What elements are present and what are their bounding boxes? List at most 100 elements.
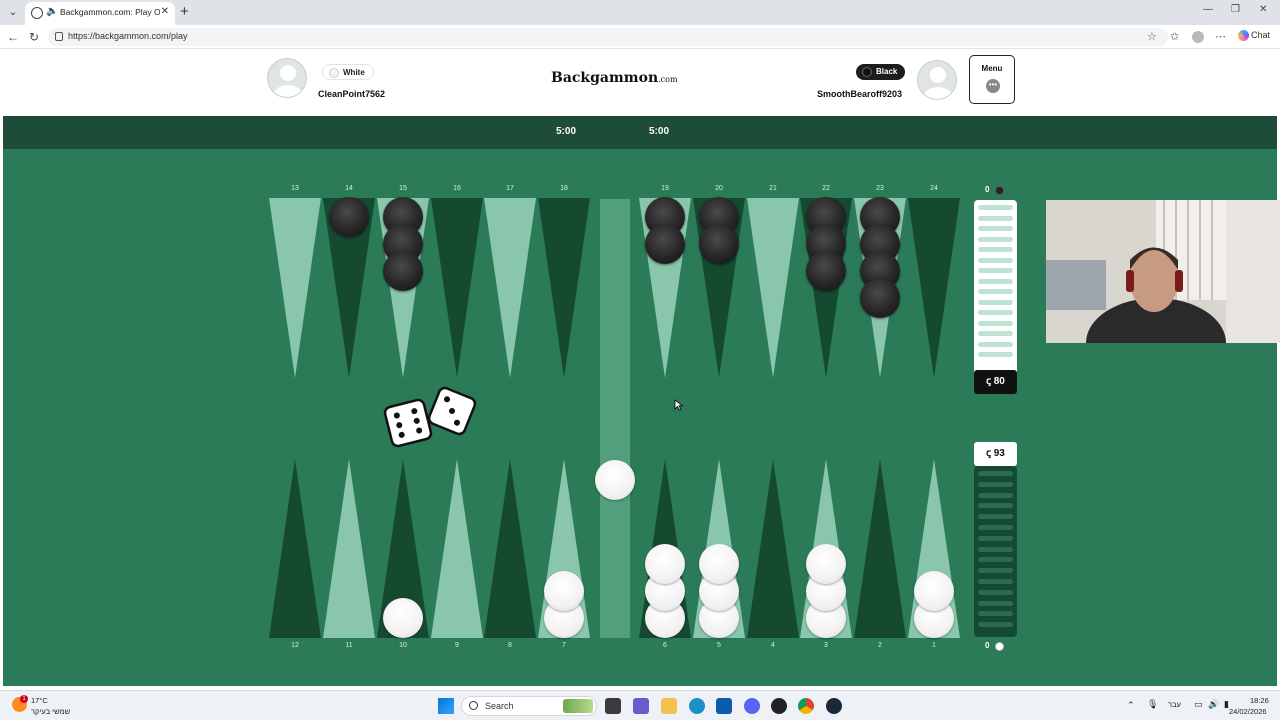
tray-slot xyxy=(978,557,1013,563)
black-checker[interactable] xyxy=(699,224,739,264)
player-left-avatar[interactable] xyxy=(267,58,307,98)
language-indicator[interactable]: עבר xyxy=(1168,700,1181,709)
tray-slot xyxy=(978,257,1013,263)
white-checker[interactable] xyxy=(914,571,954,611)
more-options-icon[interactable]: ⋯ xyxy=(1215,30,1226,43)
black-checker[interactable] xyxy=(645,224,685,264)
lock-icon xyxy=(55,32,63,41)
white-checker[interactable] xyxy=(806,544,846,584)
tray-slot xyxy=(978,568,1013,574)
browser-tab-active[interactable]: 🔈 Backgammon.com: Play Online ✕ xyxy=(25,2,175,25)
windows-start-icon[interactable] xyxy=(438,698,454,714)
minimize-icon[interactable]: — xyxy=(1203,4,1213,15)
copilot-icon xyxy=(1238,30,1249,42)
tray-slot xyxy=(978,535,1013,541)
volume-icon[interactable]: 🔊 xyxy=(1208,699,1219,710)
borne-off-white-count: 0 xyxy=(985,641,990,650)
point-number-23: 23 xyxy=(876,185,884,192)
dice-group[interactable] xyxy=(380,378,490,463)
window-close-icon[interactable]: ✕ xyxy=(1259,4,1267,15)
browser-tabstrip: ⌄ 🔈 Backgammon.com: Play Online ✕ + — ❐ … xyxy=(0,0,1280,25)
pip-count-white: ꞔ 93 xyxy=(974,442,1017,466)
weather-text: שמשי בעיקר xyxy=(31,707,71,716)
favorite-star-icon[interactable]: ☆ xyxy=(1147,30,1157,43)
speaker-icon[interactable]: 🔈 xyxy=(46,6,58,17)
board-bar[interactable] xyxy=(600,199,630,638)
tray-slot xyxy=(978,471,1013,476)
tray-slot xyxy=(978,310,1013,315)
black-checker[interactable] xyxy=(329,197,369,237)
borne-off-black-count: 0 xyxy=(985,185,990,194)
close-tab-icon[interactable]: ✕ xyxy=(161,6,169,17)
tab-list-chevron-icon[interactable]: ⌄ xyxy=(4,4,22,22)
tray-chevron-icon[interactable]: ⌃ xyxy=(1127,700,1135,711)
white-checker[interactable] xyxy=(595,460,635,500)
bearoff-tray-white[interactable] xyxy=(974,466,1017,637)
point-number-4: 4 xyxy=(771,642,775,649)
store-icon[interactable] xyxy=(716,698,732,714)
new-tab-plus-icon[interactable]: + xyxy=(180,3,189,20)
timer-right: 5:00 xyxy=(649,126,670,137)
maximize-icon[interactable]: ❐ xyxy=(1231,4,1240,15)
favorites-icon[interactable]: ✩ xyxy=(1170,30,1179,43)
tray-slot xyxy=(978,546,1013,552)
point-number-8: 8 xyxy=(508,642,512,649)
bearoff-tray-black[interactable] xyxy=(974,200,1017,394)
taskbar-search[interactable]: Search xyxy=(461,696,597,716)
pip-count-black: ꞔ 80 xyxy=(974,370,1017,394)
network-icon[interactable]: ▭ xyxy=(1194,699,1203,710)
tray-slot xyxy=(978,611,1013,617)
tray-slot xyxy=(978,589,1013,595)
die-right[interactable] xyxy=(427,386,477,436)
file-explorer-icon[interactable] xyxy=(661,698,677,714)
os-taskbar: 1 17°C שמשי בעיקר Search ⌃ 🎙 עבר ▭ 🔊 ▮ 1… xyxy=(0,690,1280,720)
tray-slot xyxy=(978,341,1013,347)
teams-icon[interactable] xyxy=(633,698,649,714)
edge-browser-icon[interactable] xyxy=(689,698,705,714)
tray-slot xyxy=(978,622,1013,628)
microphone-icon[interactable]: 🎙 xyxy=(1147,699,1158,710)
white-checker[interactable] xyxy=(544,571,584,611)
chrome-icon[interactable] xyxy=(798,698,814,714)
clock-time[interactable]: 18:26 xyxy=(1250,696,1269,705)
address-url[interactable]: https://backgammon.com/play xyxy=(68,31,188,41)
search-label: Search xyxy=(485,701,514,711)
white-checker[interactable] xyxy=(645,544,685,584)
steam-icon[interactable] xyxy=(826,698,842,714)
player-left-name: CleanPoint7562 xyxy=(318,89,386,99)
black-checker[interactable] xyxy=(806,251,846,291)
copilot-chat-button[interactable]: Chat xyxy=(1238,30,1270,42)
browser-toolbar: ← ↻ https://backgammon.com/play ☆ ✩ ⋯ Ch… xyxy=(0,25,1280,49)
player-right-color-label: Black xyxy=(876,67,898,76)
point-number-24: 24 xyxy=(930,185,938,192)
menu-button[interactable]: Menu ••• xyxy=(969,55,1015,104)
point-number-15: 15 xyxy=(399,185,407,192)
black-disc-icon xyxy=(995,186,1004,195)
site-logo[interactable]: Backgammon.com xyxy=(551,70,678,86)
point-number-6: 6 xyxy=(663,642,667,649)
logo-suffix: .com xyxy=(658,75,678,84)
tray-slot xyxy=(978,514,1013,520)
point-number-5: 5 xyxy=(717,642,721,649)
white-checker[interactable] xyxy=(383,598,423,638)
point-number-1: 1 xyxy=(932,642,936,649)
address-bar[interactable]: https://backgammon.com/play xyxy=(48,28,1168,46)
refresh-icon[interactable]: ↻ xyxy=(29,30,39,44)
task-view-icon[interactable] xyxy=(605,698,621,714)
point-number-10: 10 xyxy=(399,642,407,649)
player-right-color-badge: Black xyxy=(856,64,906,80)
discord-icon[interactable] xyxy=(744,698,760,714)
clock-date[interactable]: 24/02/2026 xyxy=(1229,707,1267,716)
timer-bar: 5:00 5:00 xyxy=(3,116,1277,149)
profile-avatar-icon[interactable] xyxy=(1192,31,1204,43)
tray-slot xyxy=(978,299,1013,305)
black-checker[interactable] xyxy=(383,251,423,291)
mouse-cursor-icon xyxy=(674,399,684,411)
die-left[interactable] xyxy=(383,398,433,448)
app-icon[interactable] xyxy=(771,698,787,714)
back-arrow-icon[interactable]: ← xyxy=(7,30,19,44)
white-checker[interactable] xyxy=(699,544,739,584)
point-number-7: 7 xyxy=(562,642,566,649)
black-checker[interactable] xyxy=(860,278,900,318)
player-right-avatar[interactable] xyxy=(917,60,957,100)
